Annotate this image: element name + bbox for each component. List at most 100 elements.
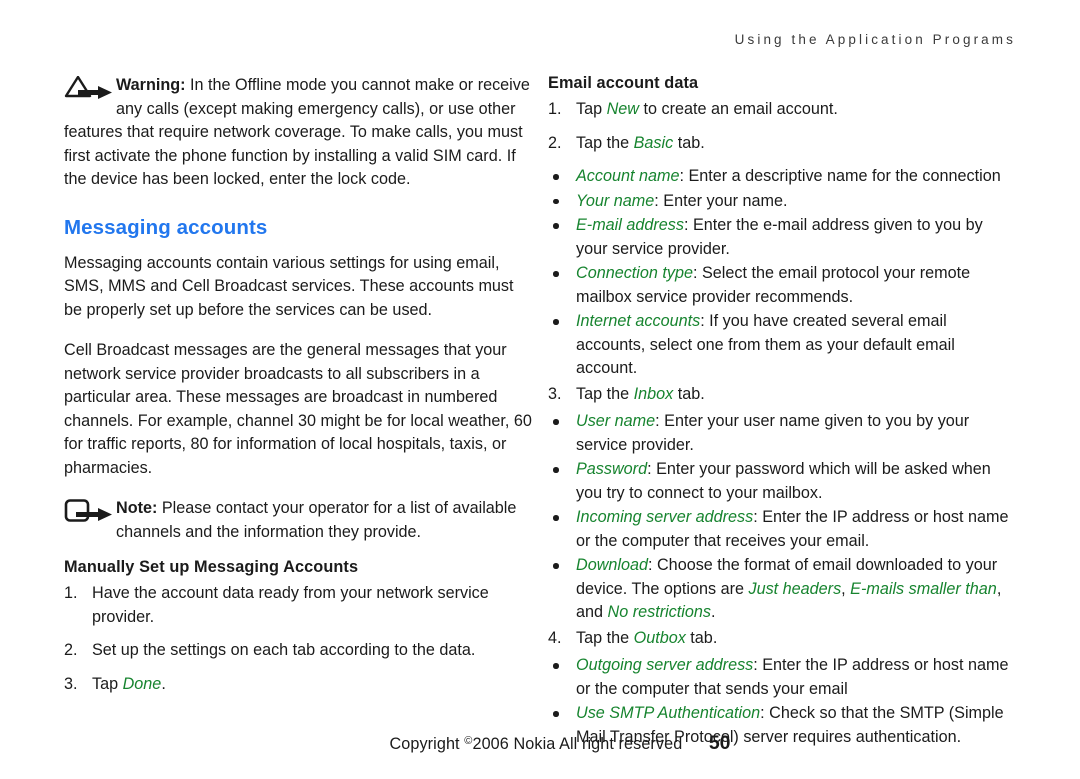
- list-item: Internet accounts: If you have created s…: [548, 310, 1016, 381]
- step-marker: 4.: [548, 628, 562, 647]
- email-account-steps-basic: 1. Tap New to create an email account. 2…: [548, 98, 1016, 155]
- warning-text: Warning: In the Offline mode you cannot …: [64, 74, 532, 192]
- list-item: Your name: Enter your name.: [548, 190, 1016, 214]
- setting-term-download: Download: [576, 556, 648, 574]
- step-text-pre: Tap the: [576, 133, 634, 152]
- step-marker: 3.: [548, 384, 562, 403]
- step-text-pre: Tap the: [576, 628, 634, 647]
- setting-term-connection-type: Connection type: [576, 264, 693, 282]
- running-header: Using the Application Programs: [734, 32, 1016, 47]
- setting-description: : Enter a descriptive name for the conne…: [679, 167, 1001, 185]
- setting-term-incoming-server-address: Incoming server address: [576, 508, 754, 526]
- list-item: Outgoing server address: Enter the IP ad…: [548, 654, 1016, 701]
- subtitle-email-account-data: Email account data: [548, 74, 699, 92]
- ui-term-inbox-tab: Inbox: [633, 384, 674, 403]
- section-title-messaging-accounts: Messaging accounts: [64, 215, 268, 239]
- setting-term-your-name: Your name: [576, 191, 655, 210]
- warning-triangle-arrow-icon: [64, 75, 116, 99]
- step-text-post: tab.: [673, 384, 705, 403]
- setting-term-password: Password: [576, 460, 648, 478]
- warning-label: Warning:: [116, 76, 186, 94]
- list-item: Password: Enter your password which will…: [548, 458, 1016, 505]
- bullet-dot-icon: [553, 711, 559, 717]
- right-column: Email account data 1. Tap New to create …: [548, 74, 1016, 750]
- setting-description-part2: .: [710, 603, 716, 621]
- setting-term-use-smtp-authentication: Use SMTP Authentication: [576, 704, 761, 722]
- bullet-dot-icon: [553, 419, 559, 425]
- list-item: 1. Have the account data ready from your…: [64, 582, 532, 629]
- setting-term-outgoing-server-address: Outgoing server address: [576, 656, 754, 674]
- step-text-post: tab.: [685, 628, 718, 647]
- bullet-dot-icon: [553, 663, 559, 669]
- page-footer: Copyright ©2006 Nokia All right reserved…: [0, 732, 1080, 755]
- setting-term-internet-accounts: Internet accounts: [576, 312, 701, 330]
- copyright-post: 2006 Nokia All right reserved: [472, 735, 683, 753]
- step-marker: 3.: [64, 674, 78, 693]
- bullet-dot-icon: [553, 515, 559, 521]
- list-item: 3. Tap the Inbox tab.: [548, 383, 1016, 407]
- ui-option-just-headers: Just headers: [748, 579, 842, 598]
- step-marker: 1.: [548, 100, 562, 118]
- step-marker: 1.: [64, 584, 78, 602]
- list-item: E-mail address: Enter the e-mail address…: [548, 214, 1016, 261]
- manual-setup-steps: 1. Have the account data ready from your…: [64, 582, 532, 696]
- bullet-dot-icon: [553, 563, 559, 569]
- ui-term-outbox-tab: Outbox: [633, 628, 686, 647]
- note-notice: Note: Please contact your operator for a…: [64, 497, 532, 544]
- copyright-notice: Copyright ©2006 Nokia All right reserved: [389, 735, 682, 753]
- ui-term-done: Done: [122, 674, 162, 693]
- step-text-post: to create an email account.: [639, 100, 838, 118]
- note-text: Note: Please contact your operator for a…: [64, 497, 532, 544]
- list-item: User name: Enter your user name given to…: [548, 410, 1016, 457]
- step-text-pre: Tap: [92, 674, 123, 693]
- list-item: Download: Choose the format of email dow…: [548, 554, 1016, 625]
- paragraph-cell-broadcast: Cell Broadcast messages are the general …: [64, 341, 532, 477]
- ui-term-new: New: [606, 100, 639, 118]
- step-text-pre: Tap the: [576, 384, 634, 403]
- two-column-body: Warning: In the Offline mode you cannot …: [64, 74, 1016, 750]
- bullet-dot-icon: [553, 467, 559, 473]
- page-number: 50: [708, 732, 731, 754]
- inbox-tab-settings-list: User name: Enter your user name given to…: [548, 410, 1016, 625]
- footer-inner: Copyright ©2006 Nokia All right reserved…: [349, 732, 730, 755]
- bullet-dot-icon: [553, 223, 559, 229]
- step-text-post: tab.: [673, 133, 705, 152]
- list-item: 4. Tap the Outbox tab.: [548, 627, 1016, 651]
- setting-term-account-name: Account name: [576, 167, 680, 185]
- list-item: 2. Tap the Basic tab.: [548, 132, 1016, 156]
- note-body: Please contact your operator for a list …: [116, 499, 517, 541]
- paragraph-messaging-accounts-intro: Messaging accounts contain various setti…: [64, 253, 514, 319]
- ui-option-no-restrictions: No restrictions: [607, 603, 711, 621]
- step-text: Set up the settings on each tab accordin…: [92, 641, 476, 659]
- setting-term-user-name: User name: [576, 412, 656, 430]
- bullet-dot-icon: [553, 271, 559, 277]
- step-marker: 2.: [64, 641, 78, 659]
- list-item: 2. Set up the settings on each tab accor…: [64, 639, 532, 663]
- subtitle-manually-set-up: Manually Set up Messaging Accounts: [64, 558, 359, 576]
- step-text-pre: Tap: [576, 100, 607, 118]
- ui-option-emails-smaller-than: E-mails smaller than: [850, 579, 997, 598]
- note-label: Note:: [116, 499, 158, 517]
- warning-notice: Warning: In the Offline mode you cannot …: [64, 74, 532, 192]
- bullet-dot-icon: [553, 319, 559, 325]
- copyright-pre: Copyright: [389, 735, 465, 753]
- step-text-post: .: [161, 674, 166, 693]
- email-account-step-outbox: 4. Tap the Outbox tab.: [548, 627, 1016, 651]
- bullet-dot-icon: [553, 174, 559, 180]
- option-separator: ,: [841, 579, 851, 598]
- left-column: Warning: In the Offline mode you cannot …: [64, 74, 532, 750]
- document-page: Using the Application Programs Warning: …: [0, 0, 1080, 779]
- list-item: Incoming server address: Enter the IP ad…: [548, 506, 1016, 553]
- list-item: Connection type: Select the email protoc…: [548, 262, 1016, 309]
- email-account-step-inbox: 3. Tap the Inbox tab.: [548, 383, 1016, 407]
- setting-description: : Enter your name.: [654, 191, 788, 210]
- note-rounded-square-arrow-icon: [64, 499, 116, 522]
- list-item: 3. Tap Done.: [64, 673, 532, 697]
- step-text: Have the account data ready from your ne…: [92, 584, 489, 626]
- step-marker: 2.: [548, 133, 562, 152]
- bullet-dot-icon: [553, 198, 559, 204]
- list-item: 1. Tap New to create an email account.: [548, 98, 1016, 122]
- setting-term-email-address: E-mail address: [576, 216, 684, 234]
- basic-tab-settings-list: Account name: Enter a descriptive name f…: [548, 165, 1016, 381]
- ui-term-basic-tab: Basic: [633, 133, 674, 152]
